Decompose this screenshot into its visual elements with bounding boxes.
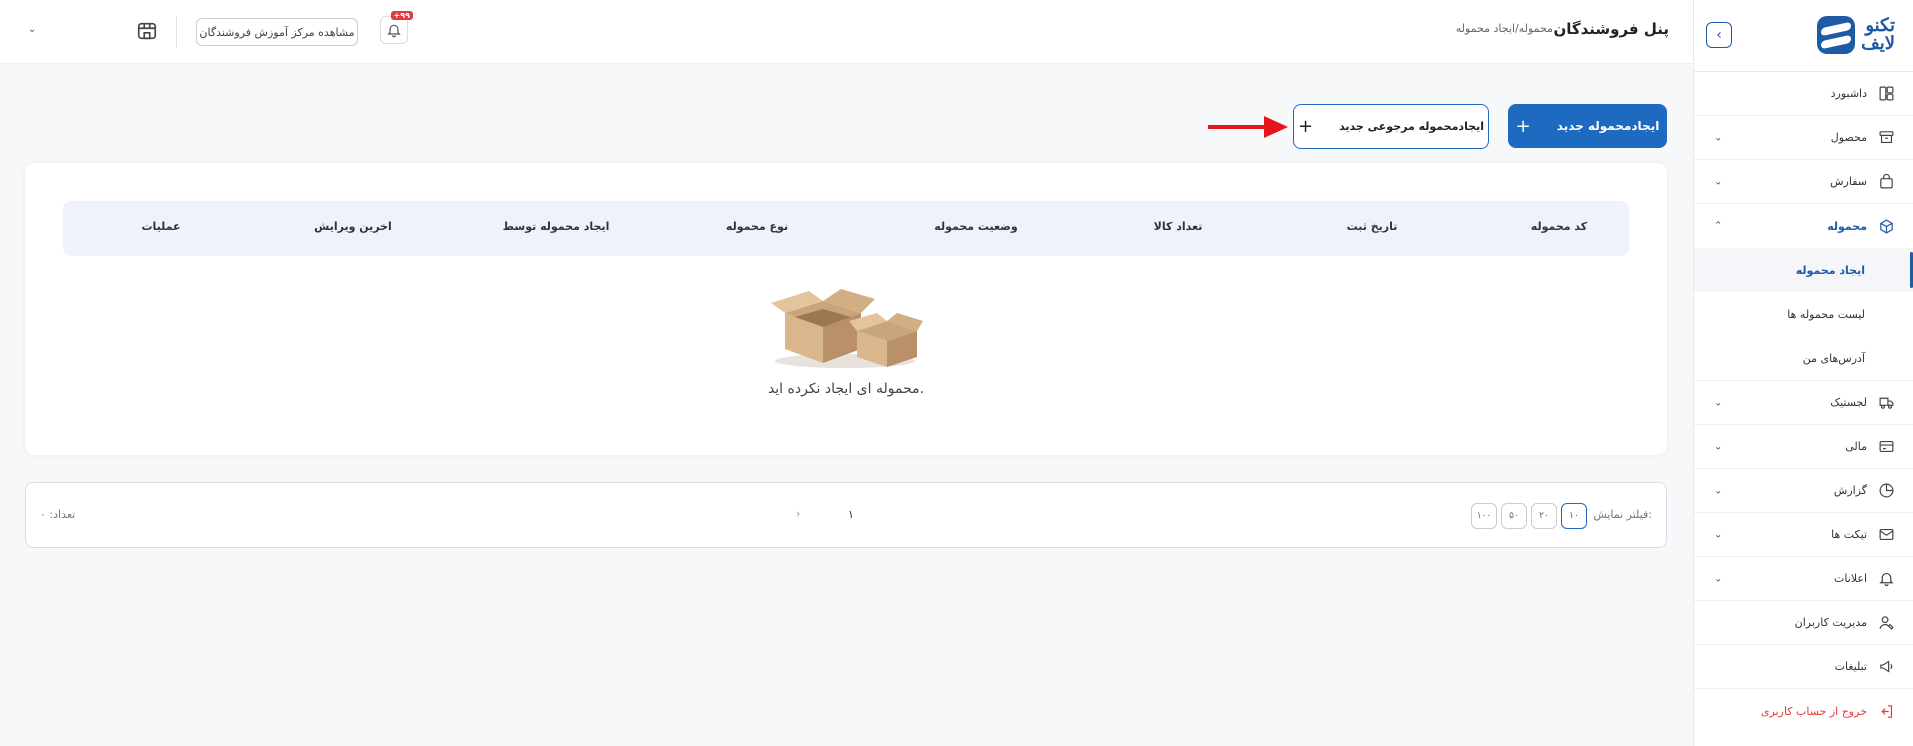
chevron-down-icon: ⌄ [1714, 176, 1723, 187]
chevron-down-icon: ⌄ [1714, 573, 1723, 584]
column-header: تاریخ ثبت [1346, 220, 1398, 233]
bell-icon [1877, 570, 1895, 588]
store-icon[interactable] [136, 20, 158, 42]
page-title: پنل فروشندگان [1553, 20, 1669, 38]
user-icon [1877, 614, 1895, 632]
sidebar-subitem-my-addresses[interactable]: آدرس‌های من [1694, 336, 1913, 380]
top-header: پنل فروشندگان محموله/ایجاد محموله +۹۹ مش… [0, 0, 1693, 64]
ticket-icon [1877, 526, 1895, 544]
sidebar-item-dashboard[interactable]: داشبورد [1694, 72, 1913, 116]
sidebar-subitem-shipment-list[interactable]: لیست محموله ها [1694, 292, 1913, 336]
chevron-down-icon: ⌄ [1714, 397, 1723, 408]
chevron-down-icon[interactable]: ⌄ [28, 24, 36, 35]
create-return-shipment-button[interactable]: + ایجادمحموله مرجوعی جدید [1293, 104, 1489, 149]
sidebar-item-user-management[interactable]: مدیریت کاربران [1694, 601, 1913, 645]
total-count: تعداد: ۰ [40, 508, 76, 521]
sidebar-item-reports[interactable]: ⌄ گزارش [1694, 469, 1913, 513]
brand-logo[interactable]: تکنو لایف [1803, 14, 1895, 56]
sidebar-item-finance[interactable]: ⌄ مالی [1694, 425, 1913, 469]
chevron-left-icon: ‹ [1716, 27, 1722, 43]
package-icon [1877, 217, 1895, 235]
breadcrumb[interactable]: محموله/ایجاد محموله [1456, 22, 1553, 35]
chart-icon [1877, 482, 1895, 500]
bag-icon [1877, 173, 1895, 191]
chevron-up-icon: ⌃ [1714, 220, 1723, 232]
filter-label: فیلتر نمایش: [1593, 508, 1652, 521]
chevron-down-icon: ⌄ [1714, 441, 1723, 452]
sidebar-item-shipment[interactable]: ⌃ محموله [1694, 204, 1913, 248]
sidebar-item-tickets[interactable]: ⌄ تیکت ها [1694, 513, 1913, 557]
empty-boxes-illustration [771, 289, 923, 368]
page-size-option[interactable]: ۲۰ [1531, 503, 1557, 529]
training-center-button[interactable]: مشاهده مرکز آموزش فروشندگان [196, 18, 358, 46]
create-shipment-button[interactable]: + ایجادمحموله جدید [1508, 104, 1667, 148]
shipments-table-card: کد محموله تاریخ ثبت تعداد کالا وضعیت محم… [25, 163, 1667, 455]
collapse-sidebar-button[interactable]: ‹ [1706, 22, 1732, 48]
sidebar-item-logistics[interactable]: ⌄ لجستیک [1694, 381, 1913, 425]
notification-badge: +۹۹ [390, 11, 413, 20]
chevron-right-icon[interactable]: › [796, 507, 800, 520]
sidebar-subitem-create-shipment[interactable]: ایجاد محموله [1694, 248, 1913, 292]
sidebar-item-ads[interactable]: تبلیغات [1694, 645, 1913, 689]
logo-area: تکنو لایف ‹ [1694, 0, 1913, 72]
column-header: اخرین ویرایش [314, 220, 392, 233]
chevron-down-icon: ⌄ [1714, 485, 1723, 496]
plus-icon: + [1297, 116, 1314, 137]
sidebar: تکنو لایف ‹ داشبورد ⌄ محصول ⌄ سفارش ⌃ مح… [1693, 0, 1913, 746]
empty-state-message: محموله ای ایجاد نکرده اید. [767, 381, 925, 397]
plus-icon: + [1515, 115, 1531, 137]
red-arrow-annotation [1208, 116, 1288, 138]
logo-mark-icon [1817, 16, 1856, 54]
truck-icon [1877, 394, 1895, 412]
column-header: کد محموله [1530, 220, 1588, 233]
bell-icon [387, 24, 401, 38]
header-divider [176, 16, 177, 48]
notifications-button[interactable]: +۹۹ [380, 11, 413, 44]
page-size-option[interactable]: ۱۰۰ [1471, 503, 1497, 529]
dashboard-icon [1877, 85, 1895, 103]
sidebar-item-logout[interactable]: خروج از حساب کاربری [1694, 689, 1913, 733]
chevron-down-icon: ⌄ [1714, 132, 1723, 143]
page-size-option[interactable]: ۵۰ [1501, 503, 1527, 529]
pagination-bar: فیلتر نمایش: ۱۰ ۲۰ ۵۰ ۱۰۰ ۱ › تعداد: ۰ [25, 482, 1667, 548]
megaphone-icon [1877, 658, 1895, 676]
table-header: کد محموله تاریخ ثبت تعداد کالا وضعیت محم… [63, 201, 1629, 256]
chevron-down-icon: ⌄ [1714, 529, 1723, 540]
page-size-option[interactable]: ۱۰ [1561, 503, 1587, 529]
sidebar-item-product[interactable]: ⌄ محصول [1694, 116, 1913, 160]
logout-icon [1877, 702, 1895, 720]
column-header: تعداد کالا [1153, 220, 1203, 233]
sidebar-item-orders[interactable]: ⌄ سفارش [1694, 160, 1913, 204]
column-header: ایجاد محموله توسط [502, 220, 610, 233]
column-header: عملیات [141, 220, 181, 233]
shipment-submenu: ایجاد محموله لیست محموله ها آدرس‌های من [1694, 248, 1913, 381]
box-icon [1877, 129, 1895, 147]
column-header: وضعیت محموله [934, 220, 1018, 233]
sidebar-item-notifications[interactable]: ⌄ اعلانات [1694, 557, 1913, 601]
current-page-number[interactable]: ۱ [848, 508, 854, 521]
card-icon [1877, 438, 1895, 456]
column-header: نوع محموله [725, 220, 789, 233]
logo-text: تکنو لایف [1861, 15, 1895, 54]
sidebar-nav: داشبورد ⌄ محصول ⌄ سفارش ⌃ محموله ایجاد م… [1694, 72, 1913, 733]
